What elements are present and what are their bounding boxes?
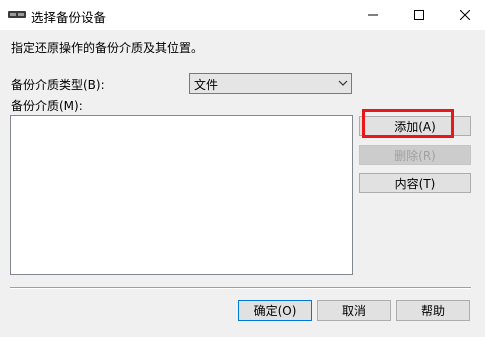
chevron-down-icon <box>338 80 348 86</box>
app-icon <box>8 11 26 18</box>
close-button[interactable] <box>442 0 485 30</box>
add-button-highlight <box>362 109 454 138</box>
minimize-button[interactable] <box>350 0 396 30</box>
maximize-icon <box>414 10 424 20</box>
separator <box>10 287 471 289</box>
backup-media-list[interactable] <box>10 115 353 275</box>
media-type-value: 文件 <box>194 78 219 92</box>
close-icon <box>460 10 470 20</box>
instruction-text: 指定还原操作的备份介质及其位置。 <box>11 41 204 55</box>
media-type-label: 备份介质类型(B): <box>11 78 105 92</box>
maximize-button[interactable] <box>396 0 442 30</box>
minimize-icon <box>368 14 378 16</box>
media-type-select[interactable]: 文件 <box>189 73 352 94</box>
backup-media-label: 备份介质(M): <box>11 99 83 113</box>
ok-button[interactable]: 确定(O) <box>238 300 312 321</box>
window-title: 选择备份设备 <box>31 10 107 25</box>
title-bar[interactable]: 选择备份设备 <box>0 0 485 30</box>
remove-button[interactable]: 删除(R) <box>359 145 471 165</box>
select-backup-device-dialog: 选择备份设备 指定还原操作的备份介质及其位置。 备份介质类型(B): 文件 备份… <box>0 0 485 337</box>
help-button[interactable]: 帮助 <box>396 300 470 321</box>
contents-button[interactable]: 内容(T) <box>359 173 471 193</box>
cancel-button[interactable]: 取消 <box>317 300 391 321</box>
